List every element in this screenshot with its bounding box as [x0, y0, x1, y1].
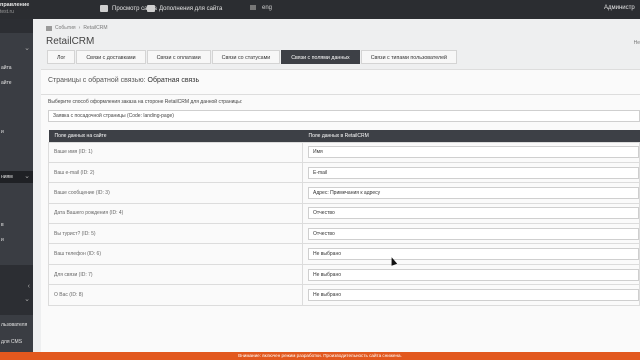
sidebar-item-3[interactable]: и — [0, 126, 33, 138]
site-field-label: Дата Вашего рождения (ID: 4) — [48, 202, 303, 225]
table-row: Вы турист? (ID: 5) Отчество — [48, 223, 640, 245]
breadcrumb-parent[interactable]: События — [55, 25, 76, 31]
crm-field-select[interactable]: Отчество — [308, 227, 639, 240]
table-row: Для связи (ID: 7) Не выбрано — [48, 263, 640, 286]
sidebar-item-4-label: ниям — [1, 174, 13, 180]
site-field-label: Вы турист? (ID: 5) — [48, 223, 303, 245]
field-mapping-table: Поле данных на сайте Поле данных в Retai… — [48, 130, 640, 306]
logo-title: правление — [0, 2, 30, 8]
monitor-icon — [100, 5, 108, 12]
tab-log[interactable]: Лог — [47, 50, 76, 64]
site-field-label: Для связи (ID: 7) — [48, 263, 303, 286]
crm-field-select[interactable]: Имя — [308, 146, 639, 159]
tab-payments[interactable]: Связи с оплатами — [146, 50, 211, 64]
logo-subtitle: test.ru — [0, 9, 14, 15]
sidebar: ⌄ айта айте и ниям ⌄ в и ‹ ⌄ льзователя д… — [0, 19, 33, 352]
col-site-field: Поле данных на сайте — [48, 130, 303, 142]
divider — [41, 94, 640, 95]
site-field-label: Ваше сообщение (ID: 3) — [48, 182, 303, 204]
order-method-select[interactable]: Заявка с посадочной страницы (Code: land… — [48, 110, 640, 122]
chevron-left-icon: ‹ — [27, 283, 30, 290]
table-header-row: Поле данных на сайте Поле данных в Retai… — [48, 130, 640, 142]
site-field-label: О Вас (ID: 8) — [48, 284, 303, 306]
site-field-label: Ваш телефон (ID: 6) — [48, 243, 303, 265]
sidebar-item-5[interactable]: в — [0, 219, 33, 231]
sidebar-item-9[interactable]: льзователя — [0, 319, 33, 331]
crm-field-select[interactable]: Не выбрано — [308, 248, 639, 261]
tab-user-types[interactable]: Связи с типами пользователей — [360, 50, 457, 64]
help-link[interactable]: Не — [634, 40, 640, 46]
crm-field-select[interactable]: E-mail — [308, 166, 639, 179]
logo[interactable]: правление test.ru — [0, 2, 33, 16]
tab-data-fields[interactable]: Связи с полями данных — [281, 50, 360, 64]
order-method-label: Выберите способ оформления заказа на сто… — [48, 99, 243, 105]
section-heading: Страницы с обратной связью: Обратная свя… — [48, 77, 199, 84]
site-field-label: Ваш e-mail (ID: 2) — [48, 161, 303, 184]
dev-mode-warning: Внимание: включен режим разработки. Прои… — [0, 352, 640, 360]
sidebar-item-8[interactable]: ⌄ — [0, 294, 33, 306]
tab-statuses[interactable]: Связи со статусами — [211, 50, 281, 64]
chevron-down-icon: ⌄ — [24, 45, 30, 52]
page-title: RetailCRM — [46, 36, 95, 47]
table-row: Ваше имя (ID: 1) Имя — [48, 141, 640, 163]
breadcrumb-current: RetailCRM — [83, 25, 108, 31]
top-bar: правление test.ru Просмотр сайта Дополне… — [0, 0, 640, 19]
main-content: События › RetailCRM RetailCRM Не Лог Свя… — [33, 19, 640, 352]
crm-field-select[interactable]: Не выбрано — [308, 268, 639, 281]
site-field-label: Ваше имя (ID: 1) — [48, 141, 303, 163]
admin-label: Администр — [604, 5, 635, 11]
addons-link[interactable]: Дополнения для сайта — [147, 5, 222, 12]
table-row: Ваше сообщение (ID: 3) Адрес: Примечания … — [48, 182, 640, 204]
breadcrumb: События › RetailCRM — [46, 25, 107, 31]
table-row: О Вас (ID: 8) Не выбрано — [48, 284, 640, 306]
home-icon[interactable] — [46, 25, 52, 31]
table-row: Ваш телефон (ID: 6) Не выбрано — [48, 243, 640, 265]
table-row: Дата Вашего рождения (ID: 4) Отчество — [48, 202, 640, 225]
sidebar-item-1[interactable]: айта — [0, 62, 33, 74]
sidebar-item-2[interactable]: айте — [0, 77, 33, 89]
tab-bar: Лог Связи с доставками Связи с оплатами … — [47, 50, 458, 64]
content-panel: Страницы с обратной связью: Обратная свя… — [41, 69, 640, 352]
crm-field-select[interactable]: Адрес: Примечания к адресу — [308, 186, 639, 199]
sidebar-item-6[interactable]: и — [0, 234, 33, 246]
chevron-down-icon: ⌄ — [24, 173, 30, 180]
sidebar-item-0[interactable]: ⌄ — [0, 43, 33, 55]
crm-field-select[interactable]: Отчество — [308, 207, 639, 220]
breadcrumb-separator: › — [78, 25, 81, 31]
crm-field-select[interactable]: Не выбрано — [308, 288, 639, 301]
addons-label: Дополнения для сайта — [159, 5, 223, 12]
language-switch[interactable]: eng — [250, 5, 272, 11]
section-name: Обратная связь — [147, 77, 200, 84]
admin-menu[interactable]: Администр — [604, 5, 635, 11]
col-crm-field: Поле данных в RetailCRM — [302, 130, 640, 142]
sidebar-item-10[interactable]: для CMS — [0, 336, 33, 348]
sidebar-item-4[interactable]: ниям ⌄ — [0, 171, 33, 183]
section-prefix: Страницы с обратной связью: — [48, 77, 146, 84]
table-row: Ваш e-mail (ID: 2) E-mail — [48, 161, 640, 184]
sidebar-item-7[interactable]: ‹ — [0, 281, 33, 293]
puzzle-icon — [147, 5, 155, 12]
chevron-down-icon: ⌄ — [24, 296, 30, 303]
tab-delivery[interactable]: Связи с доставками — [76, 50, 146, 64]
sidebar-top-block — [0, 19, 33, 33]
